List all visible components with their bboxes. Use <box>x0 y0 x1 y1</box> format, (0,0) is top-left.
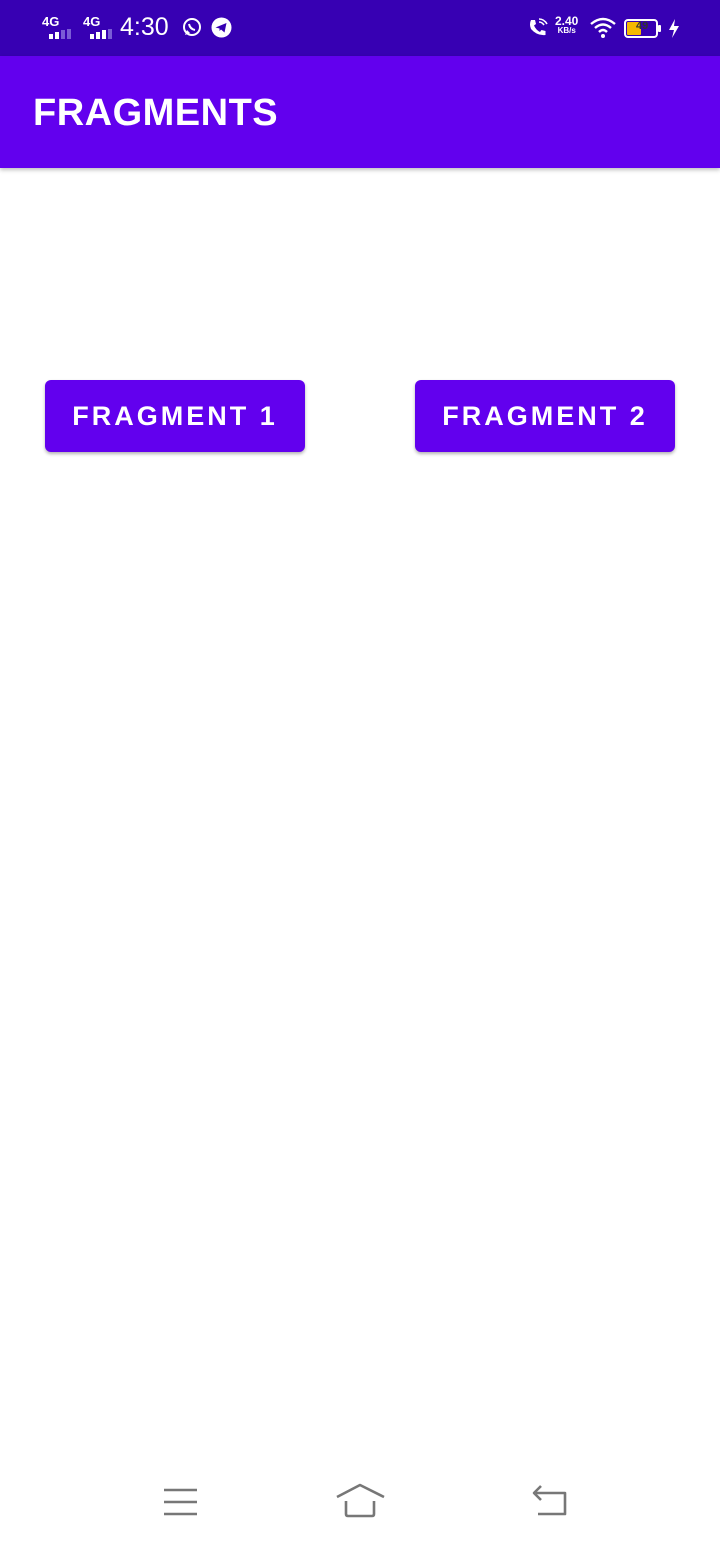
menu-icon <box>164 1488 197 1516</box>
fragment-1-button[interactable]: FRAGMENT 1 <box>45 380 305 452</box>
telegram-icon <box>211 17 232 38</box>
app-bar: FRAGMENTS <box>0 56 720 168</box>
status-clock: 4:30 <box>120 13 169 41</box>
data-speed: 2.40 KB/s <box>555 15 578 36</box>
wifi-icon <box>590 17 616 38</box>
battery-icon: 49 <box>624 19 662 38</box>
sim2-signal-icon <box>90 29 112 39</box>
fragment-2-button[interactable]: FRAGMENT 2 <box>415 380 675 452</box>
wifi-call-icon <box>530 18 548 36</box>
home-icon <box>336 1483 385 1518</box>
whatsapp-icon <box>183 18 201 36</box>
sim1-signal-icon <box>49 29 71 39</box>
home-button[interactable] <box>330 1480 390 1524</box>
data-speed-unit: KB/s <box>557 26 576 35</box>
back-icon <box>532 1485 567 1516</box>
sim2-network-label: 4G <box>83 14 101 29</box>
recent-apps-button[interactable] <box>150 1480 210 1524</box>
app-title: FRAGMENTS <box>33 92 279 134</box>
battery-level: 49 <box>636 20 649 32</box>
navigation-bar <box>0 1460 720 1544</box>
status-bar: 4G 4G 4:30 2.40 KB/s 49 <box>0 0 720 56</box>
sim1-network-label: 4G <box>42 14 60 29</box>
back-button[interactable] <box>519 1480 579 1524</box>
charging-icon <box>669 19 679 38</box>
